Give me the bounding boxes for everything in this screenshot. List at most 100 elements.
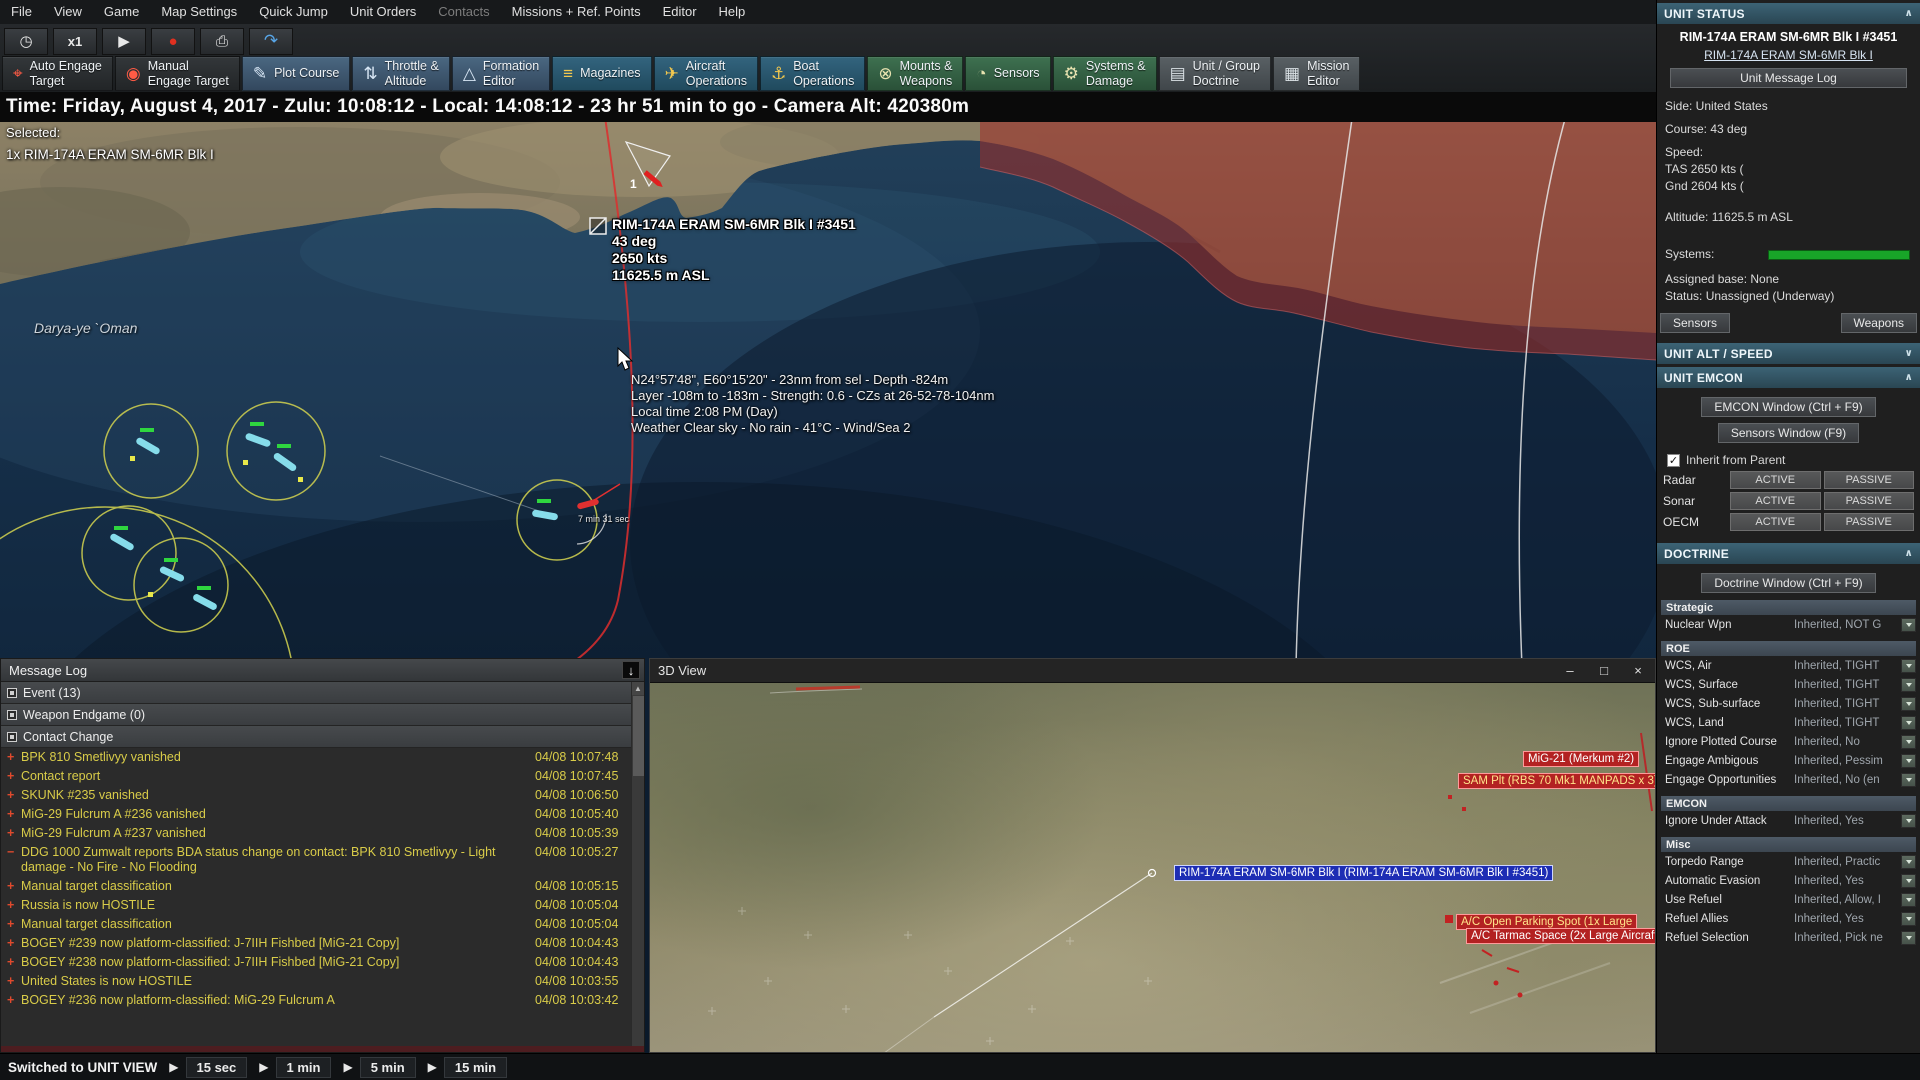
contact-label-missile[interactable]: RIM-174A ERAM SM-6MR Blk I (RIM-174A ERA… — [1174, 865, 1554, 881]
toolbar-button-sensors[interactable]: ◔ Sensors — [965, 56, 1051, 91]
play-button[interactable]: ▶ — [102, 27, 146, 55]
unit-emcon-header[interactable]: UNIT EMCON ∧ — [1657, 367, 1920, 388]
dropdown-button[interactable] — [1901, 734, 1916, 749]
dropdown-button[interactable] — [1901, 677, 1916, 692]
dropdown-button[interactable] — [1901, 696, 1916, 711]
menu-item[interactable]: Editor — [652, 0, 708, 24]
log-entry[interactable]: + BPK 810 Smetlivyy vanished 04/08 10:07… — [1, 748, 631, 767]
time-compression-button[interactable]: 1 min — [275, 1056, 332, 1078]
toolbar-button-systems-damage[interactable]: ⚙ Systems & Damage — [1052, 56, 1157, 91]
unit-alt-speed-header[interactable]: UNIT ALT / SPEED ∨ — [1657, 343, 1920, 364]
menu-item[interactable]: Unit Orders — [339, 0, 427, 24]
contact-label-mig21[interactable]: MiG-21 (Merkum #2) — [1523, 751, 1640, 767]
log-entry[interactable]: + Russia is now HOSTILE 04/08 10:05:04 — [1, 896, 631, 915]
log-entry-time: 04/08 10:03:42 — [535, 993, 619, 1007]
sensors-window-button[interactable]: Sensors Window (F9) — [1717, 423, 1860, 443]
emcon-window-button[interactable]: EMCON Window (Ctrl + F9) — [1701, 397, 1876, 417]
dropdown-button[interactable] — [1901, 854, 1916, 869]
log-entry[interactable]: + Manual target classification 04/08 10:… — [1, 877, 631, 896]
weapons-button[interactable]: Weapons — [1840, 313, 1917, 333]
emcon-passive-button[interactable]: PASSIVE — [1823, 471, 1914, 489]
dropdown-button[interactable] — [1901, 892, 1916, 907]
log-section-header[interactable]: Event (13) — [1, 682, 631, 704]
message-log-scrollbar[interactable]: ▲ — [631, 682, 644, 1046]
toolbar-button-throttle-altitude[interactable]: ⇅ Throttle & Altitude — [352, 56, 450, 91]
emcon-active-button[interactable]: ACTIVE — [1730, 471, 1821, 489]
sensors-button[interactable]: Sensors — [1660, 313, 1731, 333]
log-entry[interactable]: + MiG-29 Fulcrum A #236 vanished 04/08 1… — [1, 805, 631, 824]
dropdown-button[interactable] — [1901, 873, 1916, 888]
dropdown-button[interactable] — [1901, 930, 1916, 945]
dropdown-button[interactable] — [1901, 911, 1916, 926]
menu-item[interactable]: Game — [93, 0, 150, 24]
unit-class-link[interactable]: RIM-174A ERAM SM-6MR Blk I — [1657, 48, 1920, 62]
dropdown-button[interactable] — [1901, 753, 1916, 768]
contact-label-sam[interactable]: SAM Plt (RBS 70 Mk1 MANPADS x 3) — [1458, 773, 1655, 789]
log-entry[interactable]: + BOGEY #238 now platform-classified: J-… — [1, 953, 631, 972]
unit-message-log-button[interactable]: Unit Message Log — [1670, 68, 1907, 88]
toolbar-button-manual-engage-target[interactable]: ◉ Manual Engage Target — [114, 56, 240, 91]
message-log-header[interactable]: Message Log ↓ — [1, 659, 644, 682]
scroll-up-icon[interactable]: ▲ — [632, 682, 644, 695]
dropdown-button[interactable] — [1901, 772, 1916, 787]
log-entry[interactable]: + Contact report 04/08 10:07:45 — [1, 767, 631, 786]
toolbar-button-mounts-weapons[interactable]: ⊗ Mounts & Weapons — [867, 56, 964, 91]
doctrine-setting-value: Inherited, Yes — [1794, 874, 1864, 887]
menu-item[interactable]: View — [43, 0, 93, 24]
toolbar-button-boat-operations[interactable]: ⚓ Boat Operations — [759, 56, 866, 91]
3d-view-content[interactable]: MiG-21 (Merkum #2) SAM Plt (RBS 70 Mk1 M… — [650, 683, 1655, 1052]
log-entry[interactable]: + United States is now HOSTILE 04/08 10:… — [1, 972, 631, 991]
dropdown-button[interactable] — [1901, 813, 1916, 828]
print-button[interactable]: ⎙ — [200, 27, 244, 55]
message-log-entries: + BPK 810 Smetlivyy vanished 04/08 10:07… — [1, 748, 631, 1010]
toolbar-button-mission-editor[interactable]: ▦ Mission Editor — [1273, 56, 1361, 91]
clock-button[interactable]: ◷ — [4, 27, 48, 55]
log-entry[interactable]: + Manual target classification 04/08 10:… — [1, 915, 631, 934]
log-entry[interactable]: + SKUNK #235 vanished 04/08 10:06:50 — [1, 786, 631, 805]
log-entry[interactable]: + BOGEY #236 now platform-classified: Mi… — [1, 991, 631, 1010]
3d-view-titlebar[interactable]: 3D View – □ × — [650, 659, 1655, 683]
dropdown-button[interactable] — [1901, 658, 1916, 673]
popout-down-button[interactable]: ↓ — [622, 661, 640, 679]
log-section-header[interactable]: Contact Change — [1, 726, 631, 748]
log-entry[interactable]: + BOGEY #239 now platform-classified: J-… — [1, 934, 631, 953]
time-compression-button[interactable]: 15 min — [443, 1056, 508, 1078]
maximize-button[interactable]: □ — [1587, 659, 1621, 683]
dropdown-button[interactable] — [1901, 715, 1916, 730]
toolbar-button-magazines[interactable]: ≡ Magazines — [552, 56, 652, 91]
menu-item[interactable]: Contacts — [427, 0, 500, 24]
toolbar-button-unit-group-doctrine[interactable]: ▤ Unit / Group Doctrine — [1158, 56, 1272, 91]
menu-item[interactable]: Quick Jump — [248, 0, 339, 24]
doctrine-window-button[interactable]: Doctrine Window (Ctrl + F9) — [1701, 573, 1876, 593]
log-section-header[interactable]: Weapon Endgame (0) — [1, 704, 631, 726]
toolbar-button-auto-engage-target[interactable]: ⌖ Auto Engage Target — [2, 56, 113, 91]
emcon-passive-button[interactable]: PASSIVE — [1823, 492, 1914, 510]
doctrine-header[interactable]: DOCTRINE ∧ — [1657, 543, 1920, 564]
emcon-active-button[interactable]: ACTIVE — [1730, 513, 1821, 531]
menu-item[interactable]: Map Settings — [150, 0, 248, 24]
menu-item[interactable]: Help — [708, 0, 757, 24]
close-button[interactable]: × — [1621, 659, 1655, 683]
emcon-passive-button[interactable]: PASSIVE — [1823, 513, 1914, 531]
inherit-from-parent-checkbox[interactable]: ✓ — [1667, 453, 1680, 467]
menu-item[interactable]: Missions + Ref. Points — [501, 0, 652, 24]
time-compression-button[interactable]: 15 sec — [185, 1056, 248, 1078]
toolbar-buttons: ⌖ Auto Engage Target ◉ Manual Engage Targe… — [0, 56, 1656, 92]
menu-item[interactable]: File — [0, 0, 43, 24]
emcon-active-button[interactable]: ACTIVE — [1730, 492, 1821, 510]
time-compression-button[interactable]: 5 min — [359, 1056, 416, 1078]
unit-status-header[interactable]: UNIT STATUS ∧ — [1657, 3, 1920, 24]
time-multiplier-button[interactable]: x1 — [53, 27, 97, 55]
log-entry[interactable]: + MiG-29 Fulcrum A #237 vanished 04/08 1… — [1, 824, 631, 843]
minimize-button[interactable]: – — [1553, 659, 1587, 683]
contact-label-tarmac[interactable]: A/C Tarmac Space (2x Large Aircraft) — [1466, 928, 1655, 944]
toolbar-button-aircraft-operations[interactable]: ✈ Aircraft Operations — [653, 56, 758, 91]
log-entry[interactable]: − DDG 1000 Zumwalt reports BDA status ch… — [1, 843, 631, 877]
quick-jump-button[interactable]: ↷ — [249, 27, 293, 55]
record-button[interactable]: ● — [151, 27, 195, 55]
scrollbar-thumb[interactable] — [633, 696, 644, 776]
toolbar-button-formation-editor[interactable]: △ Formation Editor — [451, 56, 551, 91]
dropdown-button[interactable] — [1901, 617, 1916, 632]
toolbar-button-plot-course[interactable]: ✎ Plot Course — [241, 56, 351, 91]
3d-view-window: 3D View – □ × MiG-21 (Merkum #2) SAM Plt… — [649, 658, 1656, 1053]
